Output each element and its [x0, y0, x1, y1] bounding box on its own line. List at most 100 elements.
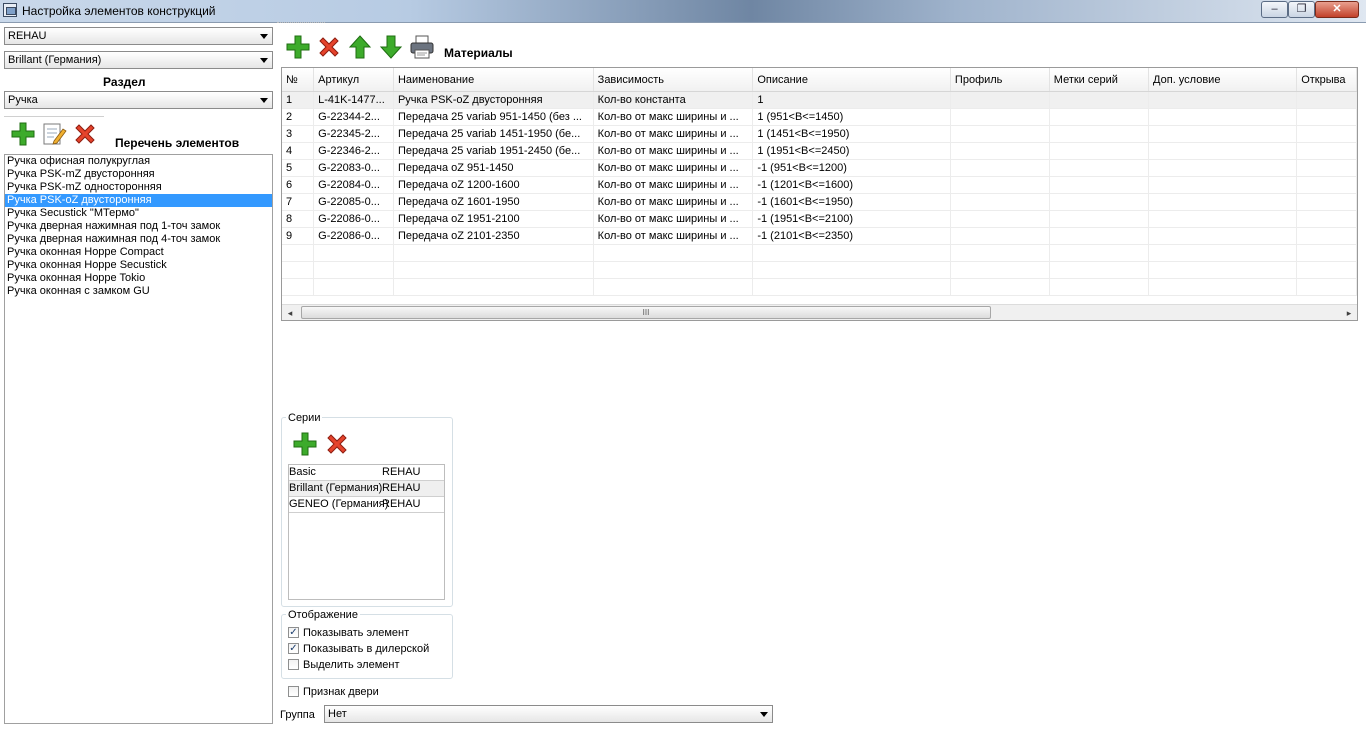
- table-cell[interactable]: [313, 278, 394, 296]
- table-cell[interactable]: [1296, 91, 1357, 109]
- table-row[interactable]: 5 G-22083-0... Передача oZ 951-1450 Кол-во …: [282, 159, 1357, 177]
- table-cell[interactable]: Кол-во от макс ширины и ...: [593, 142, 754, 160]
- table-cell[interactable]: [1049, 210, 1150, 228]
- table-cell[interactable]: [1148, 159, 1298, 177]
- table-cell[interactable]: [950, 261, 1050, 279]
- table-cell[interactable]: Кол-во от макс ширины и ...: [593, 227, 754, 245]
- table-cell[interactable]: [1296, 193, 1357, 211]
- list-item[interactable]: Ручка дверная нажимная под 1-точ замок: [5, 220, 272, 233]
- table-row[interactable]: 4 G-22346-2... Передача 25 variab 1951-245…: [282, 142, 1357, 160]
- column-header[interactable]: Доп. условие: [1148, 68, 1298, 92]
- table-cell[interactable]: [1148, 193, 1298, 211]
- table-row[interactable]: 9 G-22086-0... Передача oZ 2101-2350 Кол-во…: [282, 227, 1357, 245]
- table-cell[interactable]: G-22086-0...: [313, 227, 394, 245]
- table-cell[interactable]: 1 (951<B<=1450): [752, 108, 951, 126]
- table-cell[interactable]: 2: [282, 108, 315, 126]
- move-down-button[interactable]: [378, 34, 404, 60]
- table-cell[interactable]: [1296, 142, 1357, 160]
- table-cell[interactable]: 1: [752, 91, 951, 109]
- table-cell[interactable]: [950, 159, 1050, 177]
- table-cell[interactable]: [950, 210, 1050, 228]
- display-option-checkbox[interactable]: ✓: [288, 627, 299, 638]
- table-cell[interactable]: [1148, 176, 1298, 194]
- table-cell[interactable]: [1296, 159, 1357, 177]
- table-row[interactable]: 2 G-22344-2... Передача 25 variab 951-1450…: [282, 108, 1357, 126]
- column-header[interactable]: Профиль: [950, 68, 1050, 92]
- table-cell[interactable]: 6: [282, 176, 315, 194]
- table-cell[interactable]: [950, 244, 1050, 262]
- list-item[interactable]: Ручка офисная полукруглая: [5, 155, 272, 168]
- table-cell[interactable]: Кол-во от макс ширины и ...: [593, 210, 754, 228]
- table-cell[interactable]: L-41K-1477...: [313, 91, 394, 109]
- add-element-button[interactable]: [10, 121, 36, 147]
- table-cell[interactable]: [1049, 278, 1150, 296]
- maximize-button[interactable]: ❐: [1288, 1, 1315, 18]
- table-cell[interactable]: [593, 244, 754, 262]
- table-cell[interactable]: Кол-во константа: [593, 91, 754, 109]
- close-button[interactable]: ✕: [1315, 1, 1359, 18]
- print-button[interactable]: [409, 34, 435, 60]
- table-cell[interactable]: [1296, 176, 1357, 194]
- table-cell[interactable]: Передача oZ 951-1450: [393, 159, 594, 177]
- series-row[interactable]: GENEO (Германия) REHAU: [289, 497, 444, 513]
- table-cell[interactable]: [1049, 244, 1150, 262]
- table-cell[interactable]: Передача oZ 1601-1950: [393, 193, 594, 211]
- table-cell[interactable]: [282, 278, 315, 296]
- list-item[interactable]: Ручка оконная Hoppe Tokio: [5, 272, 272, 285]
- table-row[interactable]: 6 G-22084-0... Передача oZ 1200-1600 Кол-во…: [282, 176, 1357, 194]
- table-cell[interactable]: [1049, 261, 1150, 279]
- column-header[interactable]: Зависимость: [593, 68, 754, 92]
- edit-element-button[interactable]: [41, 121, 67, 147]
- table-row[interactable]: 7 G-22085-0... Передача oZ 1601-1950 Кол-во…: [282, 193, 1357, 211]
- list-item[interactable]: Ручка дверная нажимная под 4-точ замок: [5, 233, 272, 246]
- column-header[interactable]: Метки серий: [1049, 68, 1150, 92]
- table-cell[interactable]: [1148, 244, 1298, 262]
- table-cell[interactable]: [393, 244, 594, 262]
- table-cell[interactable]: G-22345-2...: [313, 125, 394, 143]
- table-row[interactable]: [282, 278, 1357, 296]
- table-cell[interactable]: [313, 244, 394, 262]
- table-cell[interactable]: [950, 176, 1050, 194]
- table-cell[interactable]: G-22084-0...: [313, 176, 394, 194]
- column-header[interactable]: Артикул: [313, 68, 394, 92]
- table-cell[interactable]: Кол-во от макс ширины и ...: [593, 125, 754, 143]
- table-cell[interactable]: G-22086-0...: [313, 210, 394, 228]
- table-cell[interactable]: Передача oZ 1200-1600: [393, 176, 594, 194]
- system-select[interactable]: REHAU: [4, 27, 273, 45]
- display-option-checkbox[interactable]: [288, 659, 299, 670]
- table-cell[interactable]: 9: [282, 227, 315, 245]
- table-cell[interactable]: [393, 278, 594, 296]
- table-cell[interactable]: G-22346-2...: [313, 142, 394, 160]
- scroll-left-arrow-icon[interactable]: ◂: [282, 305, 298, 320]
- table-cell[interactable]: 7: [282, 193, 315, 211]
- scroll-right-arrow-icon[interactable]: ▸: [1341, 305, 1357, 320]
- list-item[interactable]: Ручка оконная с замком GU: [5, 285, 272, 298]
- materials-grid[interactable]: № Артикул Наименование Зависимость Описание П…: [281, 67, 1358, 321]
- table-cell[interactable]: Передача oZ 2101-2350: [393, 227, 594, 245]
- list-item[interactable]: Ручка PSK-oZ двусторонняя: [5, 194, 272, 207]
- table-cell[interactable]: [1049, 227, 1150, 245]
- table-cell[interactable]: [1148, 91, 1298, 109]
- table-cell[interactable]: Передача oZ 1951-2100: [393, 210, 594, 228]
- column-header[interactable]: Открыва: [1296, 68, 1357, 92]
- table-cell[interactable]: Ручка PSK-oZ двусторонняя: [393, 91, 594, 109]
- table-cell[interactable]: [1148, 125, 1298, 143]
- list-item[interactable]: Ручка PSK-mZ двусторонняя: [5, 168, 272, 181]
- table-cell[interactable]: [950, 108, 1050, 126]
- door-flag-checkbox[interactable]: [288, 686, 299, 697]
- group-select[interactable]: Нет: [324, 705, 773, 723]
- series-row[interactable]: Brillant (Германия) REHAU: [289, 481, 444, 497]
- table-cell[interactable]: [1148, 227, 1298, 245]
- display-option-checkbox[interactable]: ✓: [288, 643, 299, 654]
- series-row[interactable]: Basic REHAU: [289, 465, 444, 481]
- table-cell[interactable]: G-22344-2...: [313, 108, 394, 126]
- table-cell[interactable]: 8: [282, 210, 315, 228]
- delete-series-button[interactable]: [324, 431, 350, 457]
- table-row[interactable]: [282, 261, 1357, 279]
- table-cell[interactable]: 1 (1451<B<=1950): [752, 125, 951, 143]
- table-cell[interactable]: [1049, 142, 1150, 160]
- table-cell[interactable]: Передача 25 variab 951-1450 (без ...: [393, 108, 594, 126]
- column-header[interactable]: Описание: [752, 68, 951, 92]
- table-cell[interactable]: Передача 25 variab 1451-1950 (бе...: [393, 125, 594, 143]
- list-item[interactable]: Ручка Secustick "MТермо": [5, 207, 272, 220]
